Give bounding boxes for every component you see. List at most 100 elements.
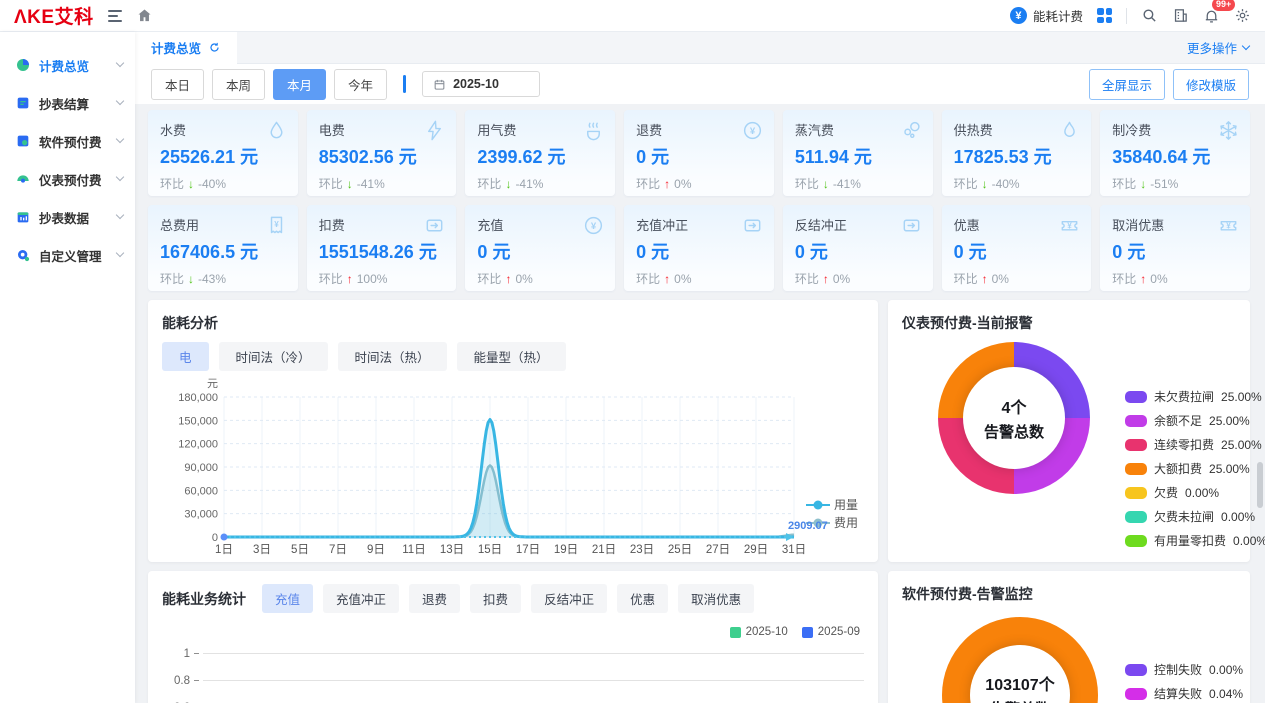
- legend-item[interactable]: 大额扣费 25.00%: [1125, 460, 1265, 477]
- legend-item[interactable]: 有用量零扣费 0.00%: [1125, 532, 1265, 549]
- trend-arrow: ↓: [505, 177, 511, 191]
- sidebar-item[interactable]: 抄表结算: [0, 84, 135, 122]
- collapse-menu-icon[interactable]: [106, 8, 124, 24]
- edit-template-button[interactable]: 修改模版: [1173, 69, 1249, 100]
- legend-item[interactable]: 余额不足 25.00%: [1125, 412, 1265, 429]
- energy-tab[interactable]: 时间法（冷）: [219, 342, 328, 371]
- software-prepay-icon: [18, 136, 29, 147]
- legend-item[interactable]: 结算失败 0.04%: [1125, 685, 1243, 702]
- stat-card[interactable]: 制冷费 35840.64 元 环比 ↓ -51%: [1100, 110, 1250, 196]
- stat-card[interactable]: 取消优惠 0 元 环比 ↑ 0%: [1100, 205, 1250, 291]
- sidebar-item-label: 抄表结算: [39, 94, 89, 113]
- meter-alarm-donut[interactable]: 4个 告警总数: [938, 342, 1090, 494]
- legend-pct: 25.00%: [1221, 390, 1262, 404]
- date-range-button[interactable]: 本周: [212, 69, 265, 100]
- business-tab[interactable]: 取消优惠: [678, 584, 754, 613]
- svg-text:21日: 21日: [592, 544, 616, 556]
- month-value: 2025-10: [453, 77, 499, 91]
- sidebar-item[interactable]: 抄表数据: [0, 198, 135, 236]
- coupon-cancel-icon: [1221, 222, 1235, 231]
- stat-card[interactable]: 水费 25526.21 元 环比 ↓ -40%: [148, 110, 298, 196]
- stat-cards: 水费 25526.21 元 环比 ↓ -40% 电费 85302.56 元: [148, 110, 1250, 291]
- software-alarm-legend: 控制失败 0.00% 结算失败 0.04%: [1125, 661, 1243, 703]
- date-range-button[interactable]: 今年: [334, 69, 387, 100]
- legend-swatch: [1125, 511, 1147, 523]
- energy-tab[interactable]: 时间法（热）: [338, 342, 447, 371]
- settings-gear-icon[interactable]: [1234, 7, 1251, 24]
- energy-tab[interactable]: 电: [162, 342, 209, 371]
- business-tab[interactable]: 优惠: [617, 584, 668, 613]
- sidebar-item-icon: [15, 133, 31, 149]
- stat-card-trend: 环比 ↓ -40%: [160, 175, 286, 192]
- legend-item[interactable]: 未欠费拉闸 25.00%: [1125, 388, 1265, 405]
- sidebar-item-icon: [15, 57, 31, 73]
- software-alarm-donut[interactable]: 103107个 告警总数: [942, 617, 1098, 703]
- sidebar-item[interactable]: 计费总览: [0, 46, 135, 84]
- app-switcher-chip[interactable]: ¥ 能耗计费: [1010, 6, 1083, 25]
- stat-card-value: 35840.64 元: [1112, 143, 1238, 169]
- svg-text:7日: 7日: [329, 544, 347, 556]
- stat-card-trend: 环比 ↑ 0%: [636, 270, 762, 287]
- business-tab[interactable]: 充值冲正: [323, 584, 399, 613]
- stat-card[interactable]: 用气费 2399.62 元 环比 ↓ -41%: [465, 110, 615, 196]
- legend-item[interactable]: 欠费未拉闸 0.00%: [1125, 508, 1265, 525]
- deduct-wallet-icon: [428, 220, 442, 231]
- business-tab[interactable]: 充值: [262, 584, 313, 613]
- legend-item[interactable]: 2025-09: [802, 626, 860, 638]
- trend-arrow: ↑: [823, 272, 829, 286]
- svg-text:3日: 3日: [253, 544, 271, 556]
- stat-card[interactable]: 蒸汽费 511.94 元 环比 ↓ -41%: [783, 110, 933, 196]
- total-bill-icon: [271, 217, 281, 232]
- stat-card[interactable]: 扣费 1551548.26 元 环比 ↑ 100%: [307, 205, 457, 291]
- stat-card-value: 2399.62 元: [477, 143, 603, 169]
- stat-card-value: 511.94 元: [795, 143, 921, 169]
- home-icon[interactable]: [136, 7, 153, 24]
- apps-grid-icon[interactable]: [1097, 8, 1112, 23]
- legend-item[interactable]: 连续零扣费 25.00%: [1125, 436, 1265, 453]
- page-tabstrip: 计费总览 更多操作: [135, 32, 1265, 64]
- alarm-bell-icon[interactable]: 99+: [1203, 7, 1220, 24]
- sidebar-item[interactable]: 仪表预付费: [0, 160, 135, 198]
- legend-pct: 0.00%: [1209, 663, 1243, 677]
- organization-icon[interactable]: [1172, 7, 1189, 24]
- stat-card[interactable]: 充值冲正 0 元 环比 ↑ 0%: [624, 205, 774, 291]
- stat-card[interactable]: 总费用 167406.5 元 环比 ↓ -43%: [148, 205, 298, 291]
- business-tab[interactable]: 扣费: [470, 584, 521, 613]
- tab-billing-overview[interactable]: 计费总览: [135, 32, 237, 64]
- legend-item[interactable]: 控制失败 0.00%: [1125, 661, 1243, 678]
- brand-logo: ΛKE艾科: [14, 2, 94, 29]
- sidebar-item[interactable]: 自定义管理: [0, 236, 135, 274]
- more-actions-button[interactable]: 更多操作: [1187, 38, 1249, 57]
- legend-item[interactable]: 欠费 0.00%: [1125, 484, 1265, 501]
- fullscreen-button[interactable]: 全屏显示: [1089, 69, 1165, 100]
- topbar: ΛKE艾科 ¥ 能耗计费 99+: [0, 0, 1265, 32]
- date-range-button[interactable]: 本月: [273, 69, 326, 100]
- stat-card[interactable]: 退费 0 元 环比 ↑ 0%: [624, 110, 774, 196]
- business-tab[interactable]: 反结冲正: [531, 584, 607, 613]
- alarm-total-label: 告警总数: [984, 421, 1044, 442]
- date-range-button[interactable]: 本日: [151, 69, 204, 100]
- stat-card-value: 0 元: [636, 143, 762, 169]
- stat-card[interactable]: 反结冲正 0 元 环比 ↑ 0%: [783, 205, 933, 291]
- stat-card[interactable]: 优惠 0 元 环比 ↑ 0%: [942, 205, 1092, 291]
- sidebar-item[interactable]: 软件预付费: [0, 122, 135, 160]
- sidebar-item-label: 自定义管理: [39, 246, 102, 265]
- business-tab[interactable]: 退费: [409, 584, 460, 613]
- svg-text:元: 元: [207, 378, 218, 390]
- gridline: [203, 680, 864, 681]
- refresh-icon[interactable]: [208, 41, 221, 54]
- month-picker[interactable]: 2025-10: [422, 71, 540, 97]
- sidebar-item-label: 计费总览: [39, 56, 89, 75]
- legend-label: 欠费未拉闸: [1154, 508, 1214, 525]
- stat-card[interactable]: 电费 85302.56 元 环比 ↓ -41%: [307, 110, 457, 196]
- stat-card[interactable]: 供热费 17825.53 元 环比 ↓ -40%: [942, 110, 1092, 196]
- legend-pct: 0.04%: [1209, 687, 1243, 701]
- search-icon[interactable]: [1141, 7, 1158, 24]
- scrollbar-thumb[interactable]: [1257, 462, 1263, 508]
- trend-arrow: ↑: [664, 272, 670, 286]
- energy-tab[interactable]: 能量型（热）: [457, 342, 566, 371]
- energy-chart: 030,00060,00090,000120,000150,000180,000…: [162, 373, 862, 561]
- stat-card[interactable]: 充值 0 元 环比 ↑ 0%: [465, 205, 615, 291]
- legend-item[interactable]: 2025-10: [730, 626, 788, 638]
- trend-arrow: ↓: [188, 272, 194, 286]
